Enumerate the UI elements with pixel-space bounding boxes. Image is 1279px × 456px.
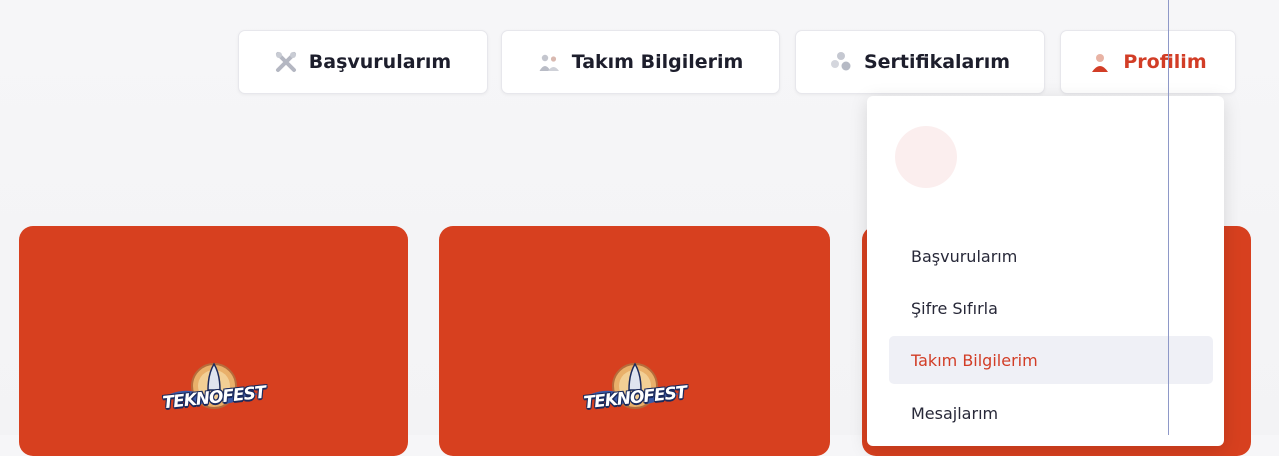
competition-card[interactable]: TEKNOFEST [439,226,830,456]
nav-button-basvurularim[interactable]: Başvurularım [238,30,488,94]
nav-button-profilim[interactable]: Profilim [1060,30,1236,94]
team-icon [539,54,559,71]
teknofest-logo: TEKNOFEST [161,356,266,436]
avatar [895,126,957,188]
dropdown-item-basvurularim[interactable]: Başvurularım [889,232,1213,280]
nav-label: Başvurularım [308,51,452,73]
dropdown-item-sifre-sifirla[interactable]: Şifre Sıfırla [889,284,1213,332]
competition-card[interactable]: TEKNOFEST [19,226,408,456]
dropdown-item-takim-bilgilerim[interactable]: Takım Bilgilerim [889,336,1213,384]
tools-icon [275,52,296,72]
nav-button-sertifikalarim[interactable]: Sertifikalarım [795,30,1045,94]
nav-label: Takım Bilgilerim [571,51,744,73]
dropdown-item-mesajlarim[interactable]: Mesajlarım [889,389,1213,437]
profile-dropdown-menu: Başvurularım Şifre Sıfırla Takım Bilgile… [867,96,1224,446]
vertical-guide-line [1168,0,1169,435]
certificate-icon [830,52,851,71]
nav-label: Sertifikalarım [863,51,1011,73]
teknofest-logo: TEKNOFEST [582,356,687,436]
nav-button-takim-bilgilerim[interactable]: Takım Bilgilerim [501,30,780,94]
user-icon [1092,54,1109,72]
nav-label: Profilim [1123,51,1207,73]
